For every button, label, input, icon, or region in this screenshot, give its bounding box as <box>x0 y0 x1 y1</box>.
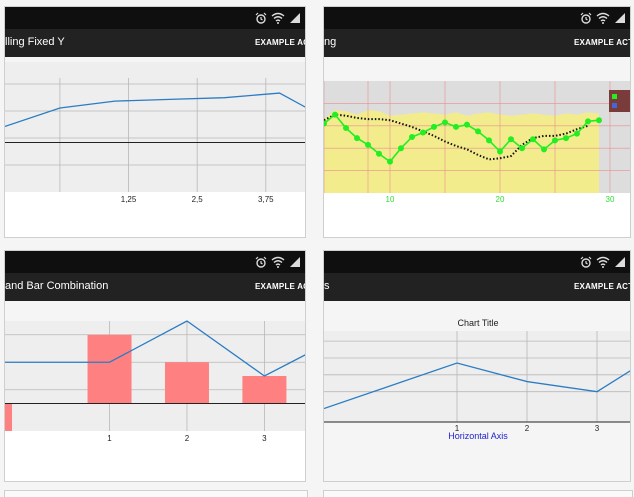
alarm-clock-icon <box>580 256 592 268</box>
status-bar <box>324 7 630 29</box>
marker-point <box>519 145 525 152</box>
chart-top-band <box>5 57 305 62</box>
x-tick-label: 30 <box>606 195 615 204</box>
marker-point <box>486 137 492 144</box>
marker-point <box>442 119 448 126</box>
status-bar <box>5 251 305 273</box>
legend-swatch-blue <box>612 103 617 108</box>
x-tick-label: 1 <box>107 434 112 443</box>
wifi-icon <box>271 12 285 24</box>
example-action-button[interactable]: EXAMPLE ACTI <box>255 282 305 291</box>
app-bar: s EXAMPLE ACTION <box>324 273 630 301</box>
next-screen-card-left <box>4 490 308 497</box>
chart-top-band <box>5 301 305 321</box>
bar <box>87 334 132 404</box>
wifi-icon <box>271 256 285 268</box>
app-bar-title: lling Fixed Y <box>5 36 65 48</box>
alarm-clock-icon <box>255 256 267 268</box>
marker-point <box>431 123 437 130</box>
app-bar: ng EXAMPLE ACTION <box>324 29 630 57</box>
marker-point <box>508 136 514 143</box>
marker-point <box>541 146 547 153</box>
plot-background <box>324 331 630 422</box>
marker-point <box>464 121 470 128</box>
marker-point <box>497 148 503 155</box>
app-bar-title: ng <box>324 36 337 48</box>
line-chart: 1,25 2,5 3,75 <box>5 57 305 204</box>
signal-icon <box>290 257 300 267</box>
signal-icon <box>290 13 300 23</box>
bar-line-combo-chart: 1 2 3 <box>5 301 305 443</box>
app-bar: lling Fixed Y EXAMPLE ACTI <box>5 29 305 57</box>
marker-point <box>475 128 481 135</box>
screen-card-2: ng EXAMPLE ACTION 10 20 30 <box>323 6 631 238</box>
marker-point <box>332 111 338 118</box>
x-tick-label: 2 <box>525 424 530 433</box>
wifi-icon <box>596 12 610 24</box>
marker-point <box>409 134 415 140</box>
x-tick-label: 3 <box>262 434 267 443</box>
marker-point <box>376 150 382 157</box>
x-tick-label: 2 <box>185 434 190 443</box>
signal-icon <box>615 13 625 23</box>
marker-point <box>365 141 371 148</box>
bar <box>242 376 287 404</box>
status-bar <box>5 7 305 29</box>
marker-point <box>343 125 349 132</box>
chart-area: 1 2 3 <box>5 301 305 481</box>
marker-point <box>574 130 580 137</box>
marker-point <box>420 129 426 136</box>
screen-card-4: s EXAMPLE ACTION Chart Title123Horizonta… <box>323 250 631 482</box>
line-area-chart: 10 20 30 <box>324 57 630 204</box>
bar <box>164 362 209 404</box>
marker-point <box>453 123 459 130</box>
marker-point <box>585 118 591 125</box>
signal-icon <box>615 257 625 267</box>
x-tick-label: 3,75 <box>258 195 274 204</box>
status-bar <box>324 251 630 273</box>
marker-point <box>530 136 536 143</box>
example-action-button[interactable]: EXAMPLE ACTION <box>574 38 630 47</box>
legend-box <box>609 90 630 112</box>
legend-swatch-green <box>612 94 617 99</box>
chart-area: Chart Title 1 2 3 Horizontal Axis <box>324 301 630 481</box>
alarm-clock-icon <box>255 12 267 24</box>
marker-point <box>552 137 558 144</box>
x-tick-label: 10 <box>386 195 395 204</box>
app-bar-title: and Bar Combination <box>5 280 109 292</box>
alarm-clock-icon <box>580 12 592 24</box>
x-axis-title: Horizontal Axis <box>448 431 508 441</box>
x-tick-label: 3 <box>595 424 600 433</box>
app-bar-title: s <box>324 280 330 292</box>
titled-line-chart: Chart Title1 2 3Horizontal Axis <box>324 301 630 481</box>
marker-point <box>398 145 404 152</box>
plot-background <box>5 62 305 192</box>
wifi-icon <box>596 256 610 268</box>
x-tick-label: 20 <box>496 195 505 204</box>
x-tick-label: 1,25 <box>121 195 137 204</box>
screen-card-1: lling Fixed Y EXAMPLE ACTI 1,25 2,5 3,75 <box>4 6 306 238</box>
bar <box>5 403 12 431</box>
marker-point <box>596 117 602 124</box>
next-screen-card-right <box>323 490 633 497</box>
chart-top-band <box>324 57 630 81</box>
example-action-button[interactable]: EXAMPLE ACTION <box>574 282 630 291</box>
chart-area: 1,25 2,5 3,75 <box>5 57 305 237</box>
app-bar: and Bar Combination EXAMPLE ACTI <box>5 273 305 301</box>
chart-area: 10 20 30 <box>324 57 630 237</box>
screen-card-3: and Bar Combination EXAMPLE ACTI 1 2 3 <box>4 250 306 482</box>
x-tick-label: 2,5 <box>192 195 204 204</box>
marker-point <box>387 158 393 165</box>
example-action-button[interactable]: EXAMPLE ACTI <box>255 38 305 47</box>
marker-point <box>563 135 569 142</box>
area-series <box>324 110 599 193</box>
chart-title: Chart Title <box>457 318 498 328</box>
marker-point <box>354 135 360 142</box>
